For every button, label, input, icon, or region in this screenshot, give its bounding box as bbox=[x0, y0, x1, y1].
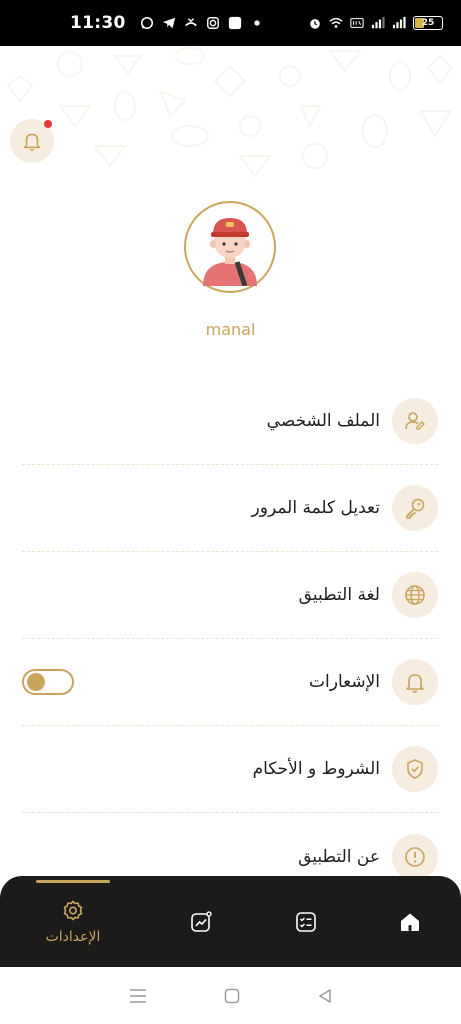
menu-icon[interactable] bbox=[129, 988, 147, 1004]
menu-item-terms[interactable]: الشروط و الأحكام bbox=[22, 726, 438, 813]
menu-item-label: الإشعارات bbox=[309, 672, 380, 692]
signal-icon-2 bbox=[392, 16, 406, 29]
user-edit-icon bbox=[405, 412, 425, 430]
signal-icon bbox=[371, 16, 385, 29]
status-system-icons: 25 bbox=[308, 16, 443, 30]
key-icon bbox=[406, 498, 425, 519]
nav-statistics[interactable] bbox=[176, 876, 226, 967]
notifications-toggle[interactable] bbox=[22, 669, 74, 695]
back-icon[interactable] bbox=[317, 988, 333, 1004]
nav-settings[interactable]: الإعدادات bbox=[36, 876, 110, 967]
nav-active-indicator bbox=[36, 880, 110, 883]
settings-menu: الملف الشخصي تعديل كلمة المرور لغة التطب… bbox=[22, 378, 438, 900]
checklist-icon bbox=[296, 911, 316, 932]
chart-icon bbox=[191, 910, 212, 932]
app-icon bbox=[228, 16, 241, 30]
menu-item-profile[interactable]: الملف الشخصي bbox=[22, 378, 438, 465]
home-icon bbox=[401, 913, 419, 931]
battery-level: 25 bbox=[421, 18, 435, 28]
instagram-icon bbox=[206, 17, 219, 29]
header-pattern bbox=[6, 47, 454, 178]
globe-icon bbox=[405, 585, 425, 605]
toggle-knob bbox=[27, 673, 45, 691]
notification-dot bbox=[44, 120, 52, 128]
wifi-icon bbox=[329, 17, 343, 28]
menu-item-icon bbox=[392, 833, 438, 880]
nav-orders[interactable] bbox=[281, 876, 331, 967]
missed-call-icon bbox=[184, 18, 197, 27]
username: manal bbox=[205, 320, 256, 339]
menu-item-app-language[interactable]: لغة التطبيق bbox=[22, 552, 438, 639]
menu-item-label: تعديل كلمة المرور bbox=[251, 498, 380, 518]
menu-item-notifications: الإشعارات bbox=[22, 639, 438, 726]
whatsapp-icon bbox=[140, 16, 153, 30]
system-nav-bar bbox=[0, 967, 461, 1024]
menu-item-icon bbox=[392, 572, 438, 618]
nav-settings-label: الإعدادات bbox=[45, 928, 101, 945]
settings-icon bbox=[63, 900, 83, 920]
menu-item-icon bbox=[392, 398, 438, 444]
alarm-icon bbox=[310, 19, 320, 29]
delivery-person-icon bbox=[203, 218, 257, 286]
info-icon bbox=[405, 846, 425, 867]
nav-home[interactable] bbox=[385, 876, 435, 967]
home-square-icon[interactable] bbox=[224, 988, 240, 1004]
menu-item-icon bbox=[392, 746, 438, 792]
bell-icon bbox=[23, 133, 41, 151]
bottom-nav: الإعدادات bbox=[0, 876, 461, 967]
settings-screen: 11:30 25 manal الملف الشخصي تعديل كلمة ا… bbox=[0, 0, 461, 1024]
dot-icon bbox=[254, 20, 260, 26]
bell-icon bbox=[406, 674, 424, 693]
menu-item-label: عن التطبيق bbox=[298, 846, 380, 867]
menu-item-icon bbox=[392, 485, 438, 531]
notifications-button[interactable] bbox=[10, 119, 54, 163]
status-notification-icons bbox=[140, 16, 264, 30]
menu-item-label: الملف الشخصي bbox=[266, 411, 380, 431]
battery-icon: 25 bbox=[413, 16, 443, 30]
status-bar: 11:30 25 bbox=[0, 0, 461, 46]
menu-item-change-password[interactable]: تعديل كلمة المرور bbox=[22, 465, 438, 552]
shield-check-icon bbox=[407, 759, 423, 779]
menu-item-icon bbox=[392, 659, 438, 705]
avatar[interactable] bbox=[184, 201, 276, 293]
volte-icon bbox=[350, 18, 364, 28]
menu-item-label: لغة التطبيق bbox=[298, 585, 380, 605]
menu-item-label: الشروط و الأحكام bbox=[252, 759, 380, 779]
telegram-icon bbox=[162, 17, 175, 29]
status-time: 11:30 bbox=[70, 13, 126, 33]
